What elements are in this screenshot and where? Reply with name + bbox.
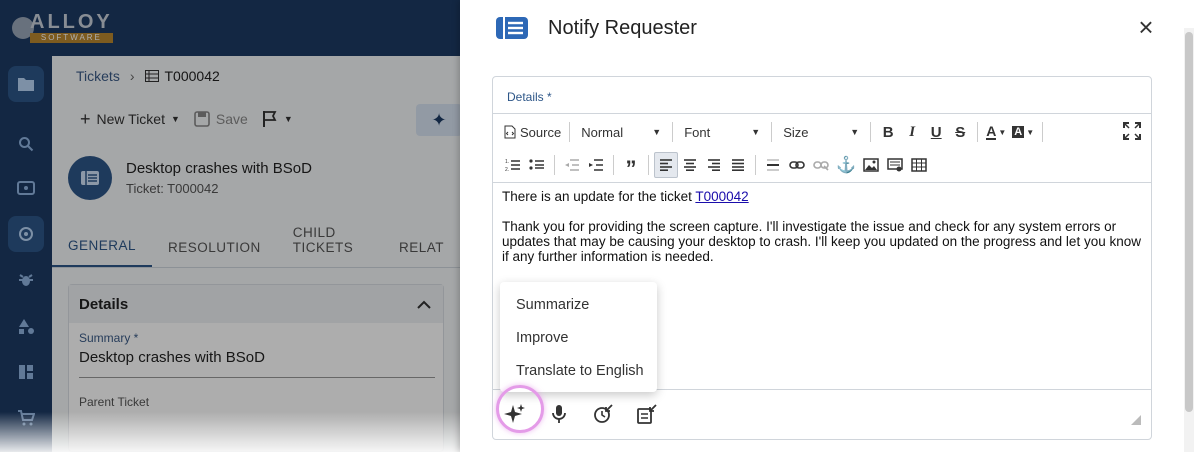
- svg-text:1.: 1.: [505, 159, 509, 165]
- ai-suggestions-menu: Summarize Improve Translate to English: [500, 282, 657, 392]
- toolbar-separator: [771, 122, 773, 142]
- resize-grip-icon[interactable]: [1131, 415, 1141, 425]
- ai-sparkle-button[interactable]: [501, 400, 529, 428]
- link-icon[interactable]: [785, 152, 809, 178]
- details-field-label: Details *: [507, 90, 552, 104]
- text-color-icon[interactable]: A ▼: [983, 119, 1009, 145]
- size-value: Size: [783, 124, 809, 140]
- microphone-icon: [552, 405, 566, 423]
- align-right-icon[interactable]: [702, 152, 726, 178]
- editor-bottom-bar: [493, 389, 1151, 439]
- outdent-icon[interactable]: [560, 152, 584, 178]
- panel-scrollbar[interactable]: [1184, 28, 1194, 452]
- toolbar-separator: [755, 155, 756, 175]
- format-dropdown[interactable]: Normal ▼: [575, 119, 667, 145]
- image-icon[interactable]: [859, 152, 883, 178]
- clock-insert-icon: [594, 404, 613, 423]
- editor-toolbar: Source Normal ▼ Font ▼ Size ▼ B I U S A …: [493, 113, 1151, 183]
- horizontal-line-icon[interactable]: [761, 152, 785, 178]
- editor-content[interactable]: There is an update for the ticket T00004…: [502, 189, 1142, 279]
- maximize-icon[interactable]: [1123, 122, 1141, 140]
- align-center-icon[interactable]: [678, 152, 702, 178]
- insert-template-button[interactable]: [633, 400, 661, 428]
- blockquote-icon[interactable]: ”: [619, 152, 643, 180]
- editor-line-1: There is an update for the ticket T00004…: [502, 189, 1142, 204]
- menu-item-improve[interactable]: Improve: [500, 321, 657, 354]
- ticket-link[interactable]: T000042: [695, 189, 748, 204]
- underline-icon[interactable]: U: [924, 119, 948, 145]
- size-dropdown[interactable]: Size ▼: [777, 119, 865, 145]
- toolbar-separator: [672, 122, 674, 142]
- background-color-icon[interactable]: A ▼: [1009, 119, 1037, 145]
- toolbar-separator: [569, 122, 571, 142]
- sparkle-icon: [504, 404, 525, 423]
- insert-history-button[interactable]: [589, 400, 617, 428]
- toolbar-separator: [870, 122, 872, 142]
- ticket-list-icon: [496, 17, 528, 39]
- caret-down-icon: ▼: [652, 127, 662, 137]
- font-value: Font: [684, 124, 711, 140]
- panel-header: Notify Requester ×: [460, 0, 1200, 56]
- source-label: Source: [520, 124, 562, 140]
- format-value: Normal: [581, 124, 624, 140]
- source-icon: [504, 125, 516, 139]
- scrollbar-thumb[interactable]: [1185, 32, 1193, 412]
- font-dropdown[interactable]: Font ▼: [678, 119, 766, 145]
- strikethrough-icon[interactable]: S: [948, 119, 972, 145]
- caret-down-icon: ▼: [850, 127, 860, 137]
- bulleted-list-icon[interactable]: [525, 152, 549, 178]
- numbered-list-icon[interactable]: 1. 2.: [501, 152, 525, 178]
- backdrop-fade: [0, 412, 460, 452]
- update-text: There is an update for the ticket: [502, 189, 696, 204]
- toolbar-separator: [613, 155, 614, 175]
- bold-icon[interactable]: B: [876, 119, 900, 145]
- table-icon[interactable]: [907, 152, 931, 178]
- italic-icon[interactable]: I: [900, 119, 924, 145]
- svg-text:2.: 2.: [505, 167, 509, 172]
- toolbar-separator: [977, 122, 979, 142]
- menu-item-summarize[interactable]: Summarize: [500, 288, 657, 321]
- source-button[interactable]: Source: [501, 119, 564, 145]
- toolbar-separator: [648, 155, 649, 175]
- unlink-icon[interactable]: [809, 152, 833, 178]
- toolbar-separator: [1042, 122, 1044, 142]
- modal-backdrop[interactable]: [0, 0, 460, 452]
- embed-icon[interactable]: [883, 152, 907, 178]
- indent-icon[interactable]: [584, 152, 608, 178]
- close-icon[interactable]: ×: [1134, 14, 1158, 40]
- align-justify-icon[interactable]: [726, 152, 750, 178]
- caret-down-icon: ▼: [751, 127, 761, 137]
- panel-title: Notify Requester: [548, 17, 697, 39]
- microphone-button[interactable]: [545, 400, 573, 428]
- editor-paragraph-2: Thank you for providing the screen captu…: [502, 219, 1141, 264]
- menu-item-translate[interactable]: Translate to English: [500, 354, 657, 387]
- document-insert-icon: [637, 404, 657, 424]
- align-left-icon[interactable]: [654, 152, 678, 178]
- anchor-icon[interactable]: ⚓: [833, 152, 859, 178]
- toolbar-separator: [554, 155, 555, 175]
